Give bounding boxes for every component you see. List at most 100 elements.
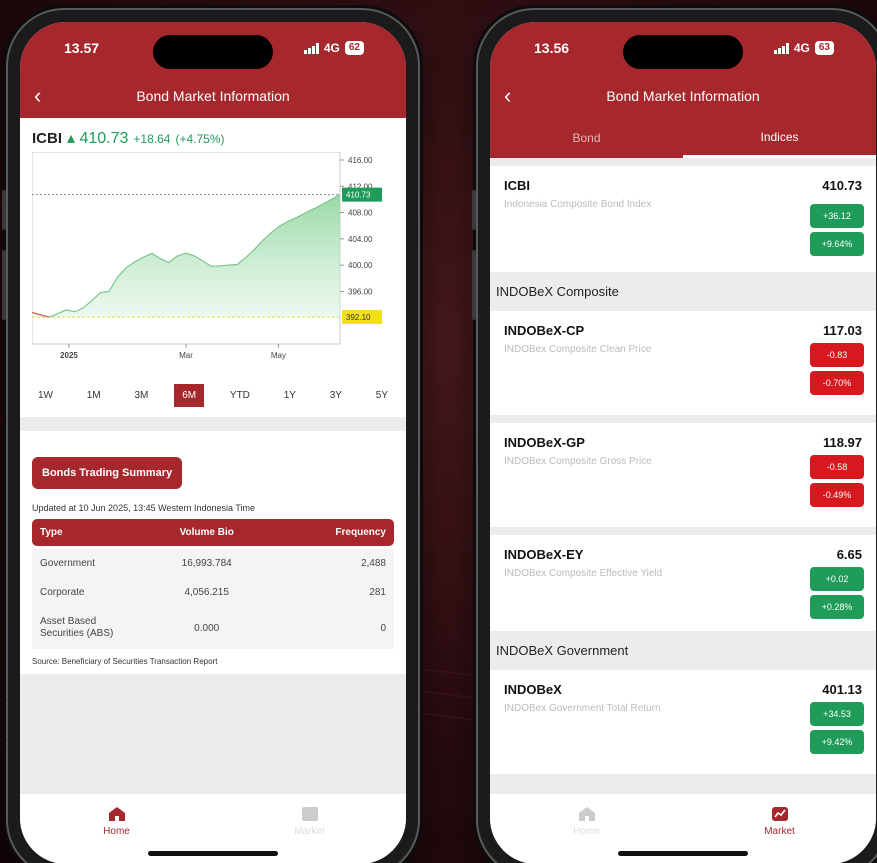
tab-bond[interactable]: Bond <box>490 118 683 158</box>
index-value: 410.73 <box>822 178 862 193</box>
page-title: Bond Market Information <box>606 88 760 104</box>
table-row: Government 16,993.784 2,488 <box>32 549 394 578</box>
y-tick-label: 396.00 <box>348 287 373 296</box>
y-tick-label: 400.00 <box>348 261 373 270</box>
col-type: Type <box>32 519 142 546</box>
table-row: Corporate 4,056.215 281 <box>32 578 394 607</box>
range-6m[interactable]: 6M <box>174 384 205 407</box>
back-button[interactable]: ‹ <box>34 85 41 107</box>
index-value: 118.97 <box>822 435 862 450</box>
change-pct-badge: +9.64% <box>810 232 864 256</box>
cell-volume: 4,056.215 <box>142 578 272 607</box>
battery-icon: 62 <box>344 41 364 55</box>
dynamic-island <box>153 35 273 69</box>
market-chart-icon <box>771 807 788 821</box>
home-icon <box>108 807 125 821</box>
ticker-value: ▴ 410.73 <box>67 130 129 147</box>
tab-indices[interactable]: Indices <box>683 118 876 158</box>
index-value: 6.65 <box>836 547 862 562</box>
x-tick-label: May <box>271 351 286 360</box>
change-badge: -0.83 <box>810 343 864 367</box>
ticker-change-pct: (+4.75%) <box>175 132 225 146</box>
range-5y[interactable]: 5Y <box>368 384 396 407</box>
battery-icon: 63 <box>814 41 834 55</box>
home-icon <box>578 807 595 821</box>
table-row: Asset Based Securities (ABS) 0.000 0 <box>32 607 394 649</box>
index-card-cp[interactable]: INDOBeX-CP INDOBex Composite Clean Price… <box>490 311 876 415</box>
signal-icon <box>303 42 319 54</box>
range-ytd[interactable]: YTD <box>222 384 258 407</box>
cell-frequency: 0 <box>271 607 394 649</box>
home-indicator <box>618 851 748 856</box>
nav-home-label: Home <box>573 826 600 837</box>
low-value-label: 392.10 <box>346 313 371 322</box>
cell-frequency: 2,488 <box>271 549 394 578</box>
nav-market-label: Market <box>764 826 795 837</box>
dynamic-island <box>623 35 743 69</box>
index-card-gov[interactable]: INDOBeX INDOBex Government Total Return … <box>490 670 876 774</box>
phone-left: 13.57 4G 62 ‹ Bond Market Information IC… <box>2 8 420 863</box>
trading-summary: Bonds Trading Summary Updated at 10 Jun … <box>20 431 406 674</box>
nav-market[interactable]: Market <box>265 806 355 863</box>
range-1w[interactable]: 1W <box>30 384 61 407</box>
range-3m[interactable]: 3M <box>127 384 157 407</box>
change-badge: +0.02 <box>810 567 864 591</box>
cell-volume: 16,993.784 <box>142 549 272 578</box>
back-button[interactable]: ‹ <box>504 85 511 107</box>
tab-bar: Bond Indices <box>490 118 876 158</box>
ticker-change: +18.64 <box>133 132 171 146</box>
change-pct-badge: +0.28% <box>810 595 864 619</box>
nav-market-label: Market <box>294 826 325 837</box>
nav-market[interactable]: Market <box>735 806 825 863</box>
ticker-symbol: ICBI <box>32 130 62 147</box>
range-1y[interactable]: 1Y <box>276 384 304 407</box>
status-time: 13.57 <box>64 40 100 56</box>
index-name: INDOBeX <box>504 682 562 697</box>
index-value: 117.03 <box>822 323 862 338</box>
network-label: 4G <box>323 41 340 55</box>
y-tick-label: 416.00 <box>348 156 373 165</box>
nav-home-label: Home <box>103 826 130 837</box>
col-volume: Volume Bio <box>142 519 272 546</box>
cell-type: Asset Based Securities (ABS) <box>32 607 142 649</box>
phone-right: 13.56 4G 63 ‹ Bond Market Information Bo… <box>472 8 877 863</box>
home-indicator <box>148 851 278 856</box>
index-card-ey[interactable]: INDOBeX-EY INDOBex Composite Effective Y… <box>490 535 876 631</box>
col-frequency: Frequency <box>271 519 394 546</box>
section-government: INDOBeX Government <box>490 631 876 670</box>
change-badge: +34.53 <box>810 702 864 726</box>
cell-frequency: 281 <box>271 578 394 607</box>
x-tick-label: Mar <box>179 351 193 360</box>
range-3y[interactable]: 3Y <box>322 384 350 407</box>
cell-type: Government <box>32 549 142 578</box>
page-title: Bond Market Information <box>136 88 290 104</box>
screen-left: 13.57 4G 62 ‹ Bond Market Information IC… <box>20 22 406 863</box>
index-card-gp[interactable]: INDOBeX-GP INDOBex Composite Gross Price… <box>490 423 876 527</box>
index-value: 401.13 <box>822 682 862 697</box>
change-pct-badge: +9.42% <box>810 730 864 754</box>
network-label: 4G <box>793 41 810 55</box>
index-name: INDOBeX-CP <box>504 323 585 338</box>
updated-text: Updated at 10 Jun 2025, 13:45 Western In… <box>32 503 255 513</box>
y-tick-label: 404.00 <box>348 235 373 244</box>
screen-right: 13.56 4G 63 ‹ Bond Market Information Bo… <box>490 22 876 863</box>
chart-panel: ICBI ▴ 410.73 +18.64 (+4.75%) 416.00 412.… <box>20 118 406 417</box>
range-selector: 1W 1M 3M 6M YTD 1Y 3Y 5Y <box>20 372 406 417</box>
status-time: 13.56 <box>534 40 570 56</box>
range-1m[interactable]: 1M <box>79 384 109 407</box>
market-icon <box>301 807 318 821</box>
y-tick-label: 408.00 <box>348 209 373 218</box>
summary-table: Type Volume Bio Frequency Government 16,… <box>32 519 394 649</box>
change-badge: -0.58 <box>810 455 864 479</box>
x-tick-label: 2025 <box>60 351 78 360</box>
change-pct-badge: -0.49% <box>810 483 864 507</box>
index-name: INDOBeX-EY <box>504 547 584 562</box>
last-value-label: 410.73 <box>346 191 371 200</box>
change-pct-badge: -0.70% <box>810 371 864 395</box>
index-name: ICBI <box>504 178 530 193</box>
index-card-icbi[interactable]: ICBI Indonesia Composite Bond Index 410.… <box>490 166 876 272</box>
section-composite: INDOBeX Composite <box>490 272 876 311</box>
price-chart[interactable]: 416.00412.00408.00404.00400.00396.00410.… <box>32 152 398 372</box>
cell-volume: 0.000 <box>142 607 272 649</box>
bonds-trading-summary-button[interactable]: Bonds Trading Summary <box>32 457 183 489</box>
